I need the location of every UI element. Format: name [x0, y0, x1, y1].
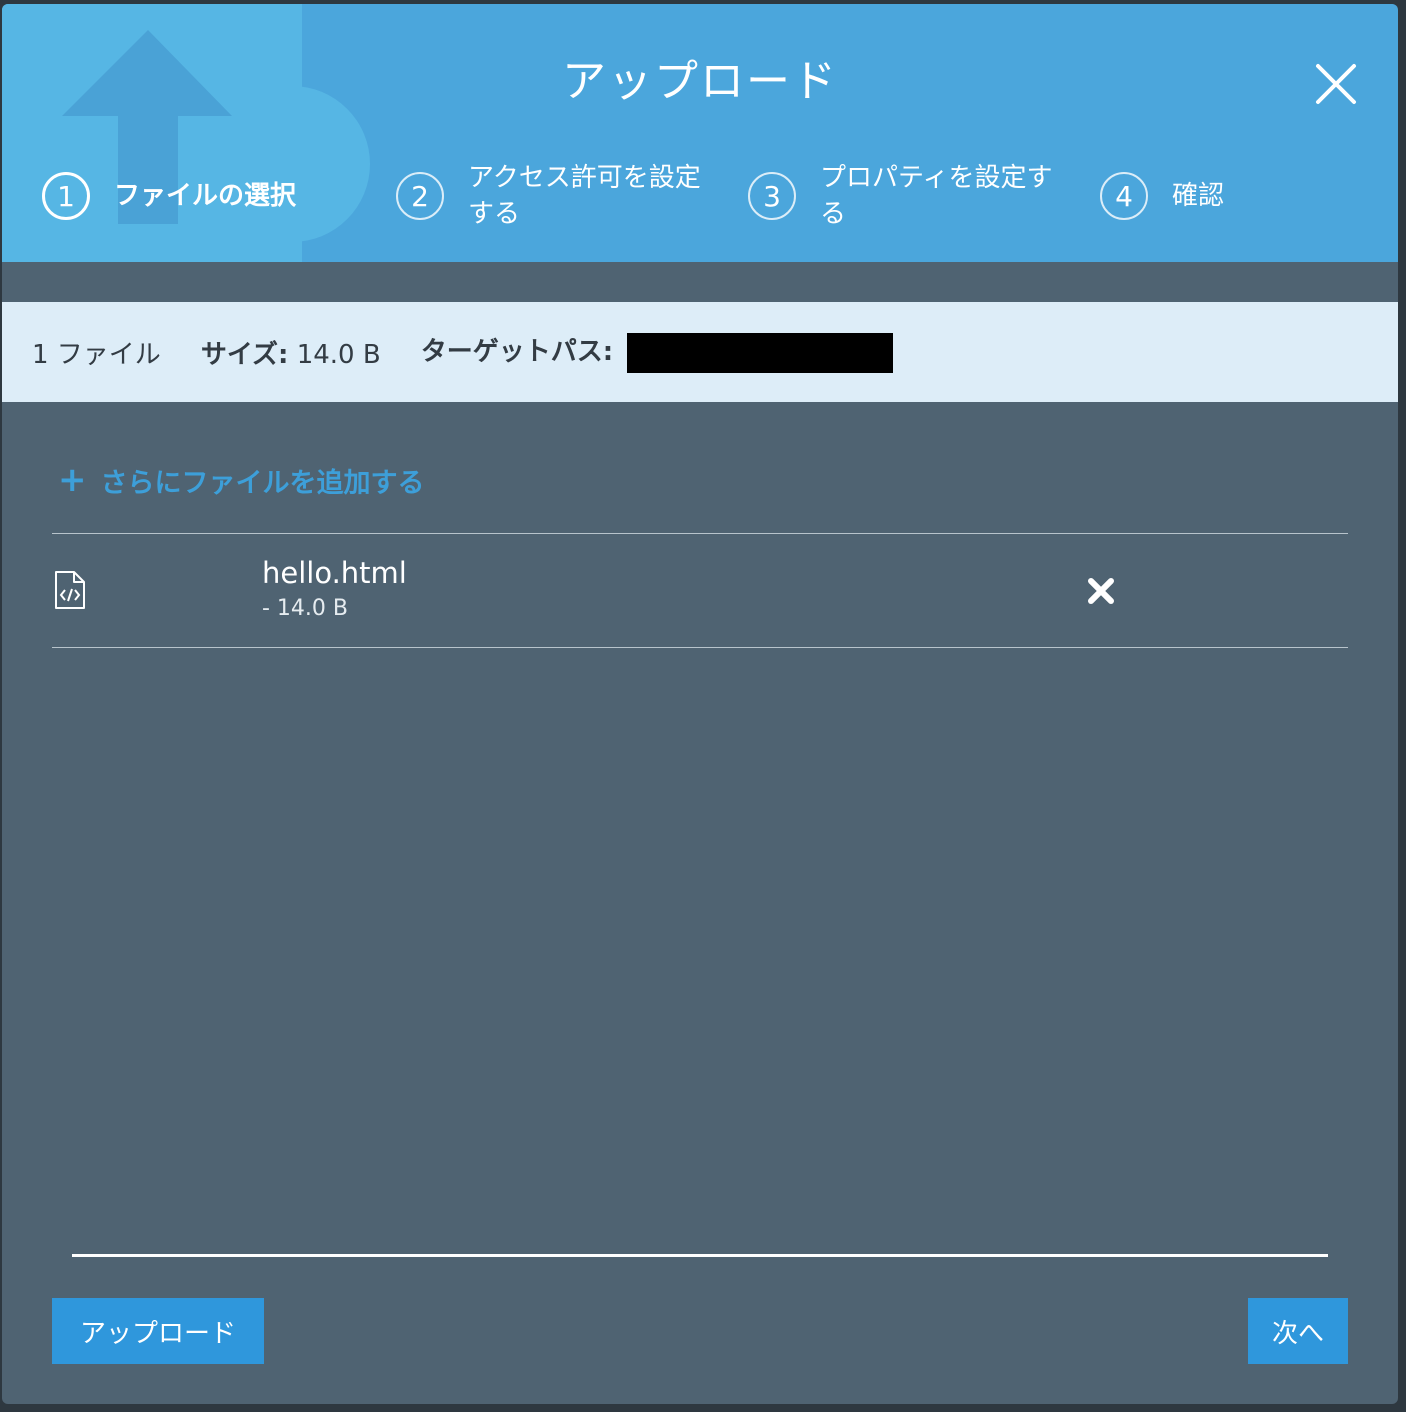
add-more-files-label: さらにファイルを追加する	[100, 467, 425, 499]
step-label: 確認	[1172, 181, 1225, 211]
close-icon[interactable]	[1312, 60, 1360, 108]
target-path-redacted	[627, 332, 894, 373]
step-label: プロパティを設定する	[820, 163, 1053, 229]
file-count: 1 ファイル	[32, 339, 161, 370]
file-name: hello.html	[262, 556, 407, 590]
target-path: ターゲットパス:	[421, 331, 894, 373]
add-more-files-link[interactable]: + さらにファイルを追加する	[58, 460, 425, 500]
step-set-permissions[interactable]: 2 アクセス許可を設定する	[396, 160, 708, 232]
step-number: 4	[1100, 172, 1148, 220]
target-path-label: ターゲットパス:	[420, 337, 614, 368]
step-number: 3	[748, 172, 796, 220]
step-number: 1	[42, 172, 90, 220]
size-label: サイズ:	[200, 339, 289, 370]
footer-divider	[72, 1254, 1328, 1257]
upload-summary-bar: 1 ファイル サイズ: 14.0 B ターゲットパス:	[2, 302, 1398, 402]
next-button[interactable]: 次へ	[1248, 1298, 1348, 1364]
remove-icon[interactable]	[1086, 576, 1116, 606]
size-value: 14.0 B	[296, 339, 381, 370]
dialog-header: アップロード 1 ファイルの選択 2 アクセス許可を設定する 3 プロパティを設…	[2, 4, 1398, 262]
step-label: アクセス許可を設定する	[468, 163, 701, 229]
upload-dialog: アップロード 1 ファイルの選択 2 アクセス許可を設定する 3 プロパティを設…	[2, 4, 1398, 1404]
step-number: 2	[396, 172, 444, 220]
dialog-title: アップロード	[562, 56, 838, 107]
step-label: ファイルの選択	[114, 181, 297, 211]
step-select-files[interactable]: 1 ファイルの選択	[42, 172, 334, 220]
cloud-upload-icon	[2, 4, 370, 262]
file-size: - 14.0 B	[262, 596, 349, 621]
plus-icon: +	[58, 460, 87, 500]
file-list-bottom-divider	[52, 647, 1348, 648]
html-file-icon	[55, 571, 85, 609]
step-set-properties[interactable]: 3 プロパティを設定する	[748, 160, 1060, 232]
upload-button[interactable]: アップロード	[52, 1298, 264, 1364]
step-review[interactable]: 4 確認	[1100, 172, 1398, 220]
total-size: サイズ: 14.0 B	[201, 334, 381, 371]
file-list-item: hello.html - 14.0 B	[52, 534, 1348, 648]
